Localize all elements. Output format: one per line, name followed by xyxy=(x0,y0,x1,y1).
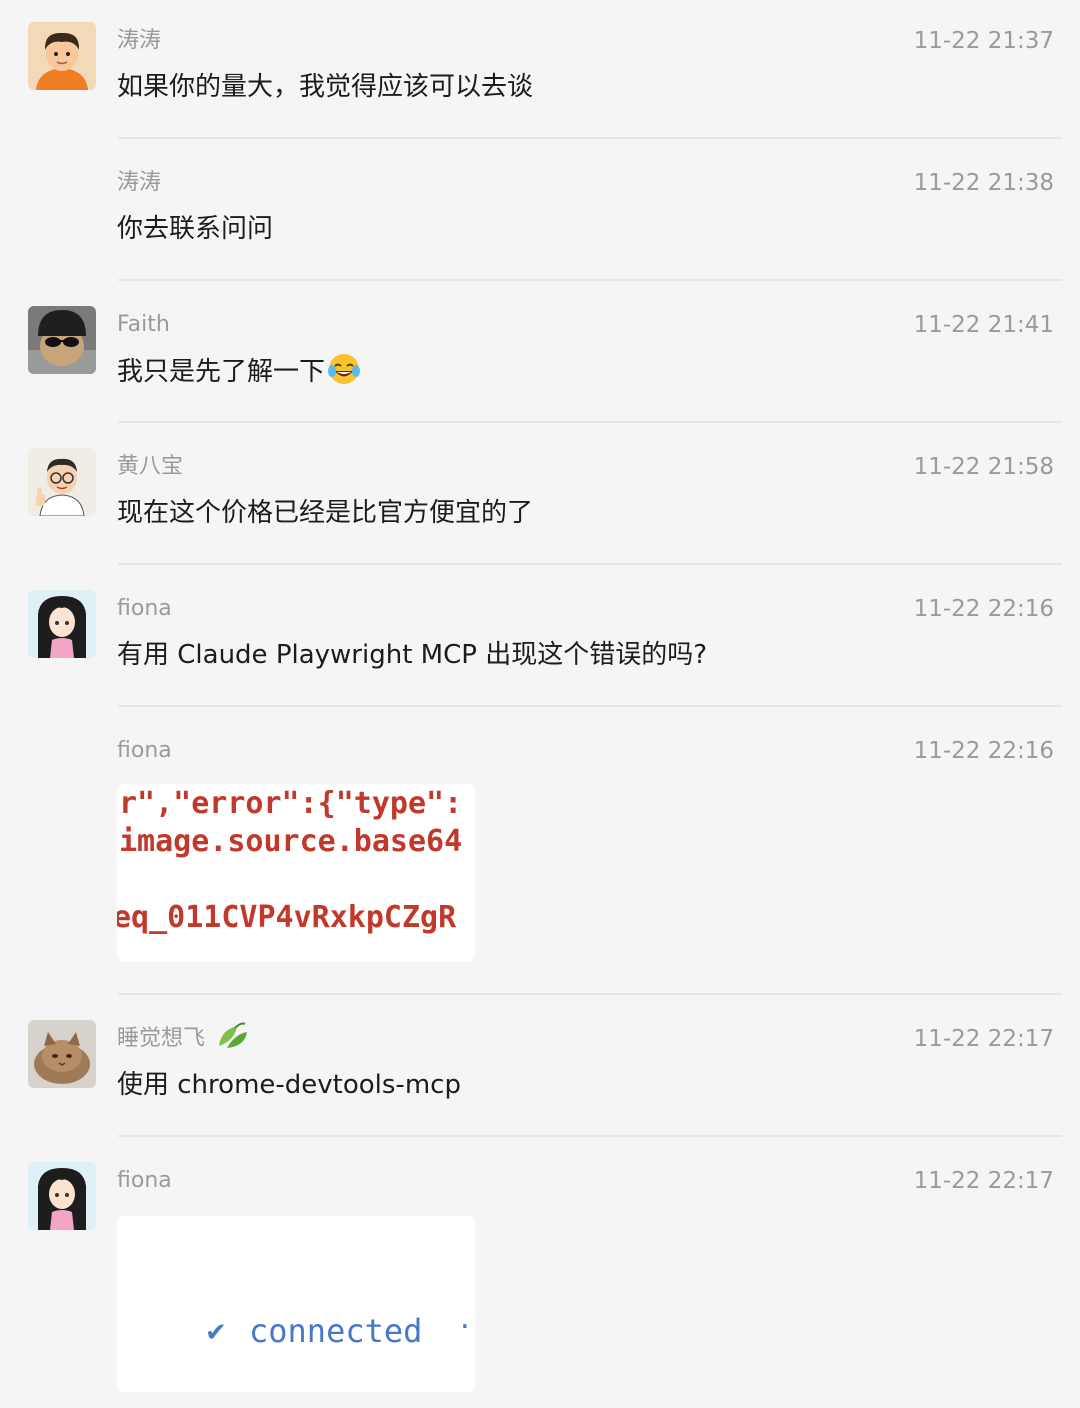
message-text: 现在这个价格已经是比官方便宜的了 xyxy=(117,498,534,528)
image-code-line: image.source.base64 xyxy=(119,824,463,859)
divider xyxy=(118,993,1062,995)
message-text: 我只是先了解一下 xyxy=(117,352,361,397)
message-time: 11-22 22:16 xyxy=(913,738,1054,764)
anime-girl-avatar[interactable] xyxy=(28,1162,96,1230)
message-text-content: 我只是先了解一下 xyxy=(117,357,326,387)
anime-girl-avatar[interactable] xyxy=(28,590,96,658)
chat-message-list: 涛涛 11-22 21:37 如果你的量大，我觉得应该可以去谈 涛涛 11-22… xyxy=(0,0,1080,1408)
message-item[interactable]: 黄八宝 11-22 21:58 现在这个价格已经是比官方便宜的了 xyxy=(0,426,1080,566)
sender-name[interactable]: 涛涛 xyxy=(117,168,161,198)
message-text: 你去联系问问 xyxy=(117,214,274,244)
divider xyxy=(118,137,1062,139)
boy-orange-avatar[interactable] xyxy=(28,22,96,90)
message-item[interactable]: 睡觉想飞 11-22 22:17 使用 chrome-devtools-mcp xyxy=(0,998,1080,1138)
message-time: 11-22 22:17 xyxy=(913,1026,1054,1052)
message-text: 使用 chrome-devtools-mcp xyxy=(117,1070,461,1100)
image-trailing-dot: · xyxy=(457,1312,473,1342)
error-screenshot-image[interactable]: r","error":{"type": image.source.base64 … xyxy=(117,784,475,962)
sender-name[interactable]: fiona xyxy=(117,1166,172,1196)
message-item[interactable]: fiona 11-22 22:16 r","error":{"type": im… xyxy=(0,710,1080,996)
divider xyxy=(118,279,1062,281)
message-item[interactable]: fiona 11-22 22:17 ✔ connected · xyxy=(0,1140,1080,1408)
message-item[interactable]: fiona 11-22 22:16 有用 Claude Playwright M… xyxy=(0,568,1080,708)
cat-avatar[interactable] xyxy=(28,1020,96,1088)
divider xyxy=(118,421,1062,423)
glasses-man-thumbsup-avatar[interactable] xyxy=(28,448,96,516)
divider xyxy=(118,1135,1062,1137)
sender-name[interactable]: fiona xyxy=(117,594,172,624)
message-text: 有用 Claude Playwright MCP 出现这个错误的吗? xyxy=(117,640,707,670)
image-code-line: eq_011CVP4vRxkpCZgR xyxy=(117,900,457,935)
tears-of-joy-emoji-icon xyxy=(327,352,361,397)
sunglasses-hat-avatar[interactable] xyxy=(28,306,96,374)
image-code-line: r","error":{"type": xyxy=(119,786,463,821)
sender-name[interactable]: 睡觉想飞 xyxy=(117,1024,205,1054)
message-time: 11-22 22:16 xyxy=(913,596,1054,622)
message-time: 11-22 22:17 xyxy=(913,1168,1054,1194)
message-time: 11-22 21:37 xyxy=(913,28,1054,54)
divider xyxy=(118,705,1062,707)
message-time: 11-22 21:58 xyxy=(913,454,1054,480)
sender-name[interactable]: 涛涛 xyxy=(117,26,161,56)
sender-name[interactable]: Faith xyxy=(117,310,170,340)
checkmark-icon: ✔ xyxy=(205,1318,227,1348)
connected-screenshot-image[interactable]: ✔ connected · xyxy=(117,1216,475,1392)
message-item[interactable]: 涛涛 11-22 21:37 如果你的量大，我觉得应该可以去谈 xyxy=(0,0,1080,140)
message-item[interactable]: 涛涛 11-22 21:38 你去联系问问 xyxy=(0,142,1080,282)
divider xyxy=(118,563,1062,565)
message-time: 11-22 21:38 xyxy=(913,170,1054,196)
sender-name[interactable]: 黄八宝 xyxy=(117,452,183,482)
message-item[interactable]: Faith 11-22 21:41 我只是先了解一下 xyxy=(0,284,1080,424)
image-connected-text: connected xyxy=(249,1312,423,1350)
message-time: 11-22 21:41 xyxy=(913,312,1054,338)
leaf-cucumber-icon xyxy=(215,1020,251,1056)
sender-name[interactable]: fiona xyxy=(117,736,172,766)
message-text: 如果你的量大，我觉得应该可以去谈 xyxy=(117,72,534,102)
